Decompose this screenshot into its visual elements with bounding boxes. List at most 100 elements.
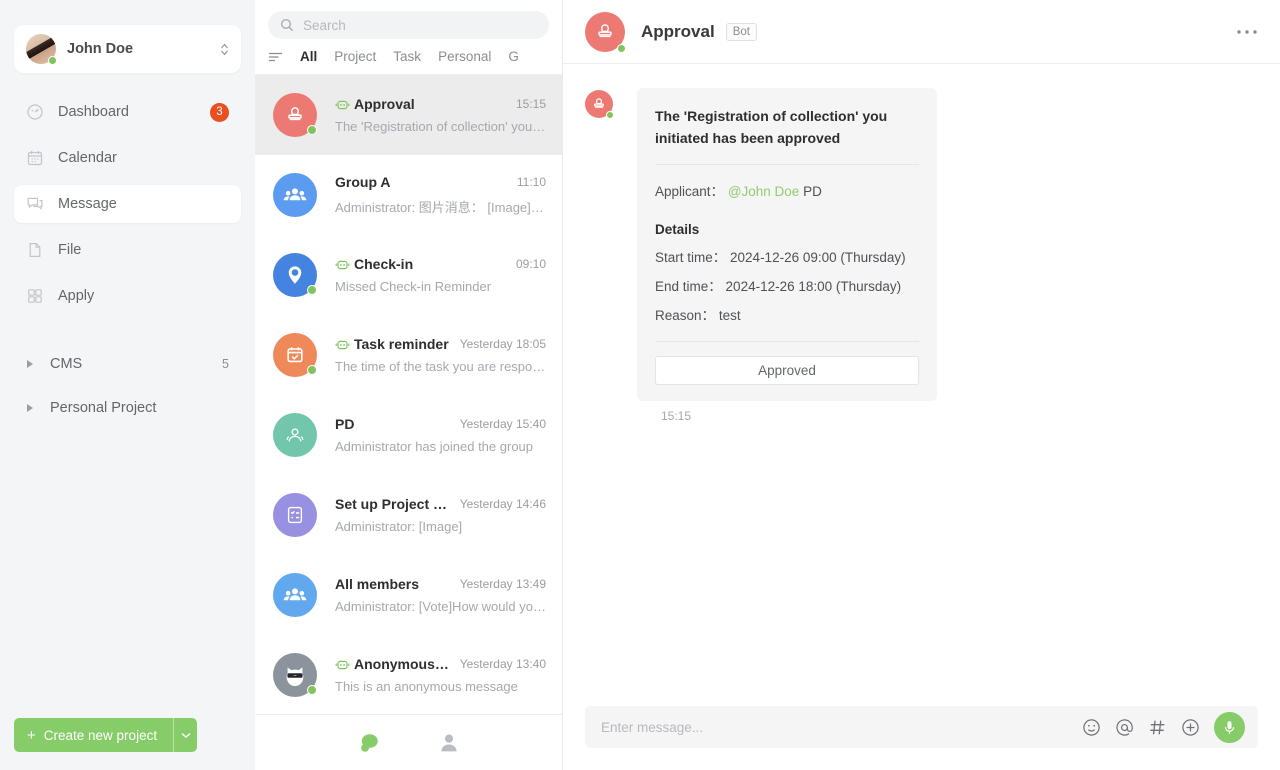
triangle-right-icon	[26, 359, 38, 369]
conversation-item-check-in[interactable]: Check-in 09:10 Missed Check-in Reminder	[255, 235, 562, 315]
chat-header: Approval Bot	[563, 0, 1280, 64]
conversation-title: Check-in	[354, 256, 414, 272]
filter-tabs: All Project Task Personal G	[255, 39, 562, 75]
filter-menu-icon[interactable]	[268, 51, 283, 63]
conversation-item-task-reminder[interactable]: Task reminder Yesterday 18:05 The time o…	[255, 315, 562, 395]
sidebar-item-apply[interactable]: Apply	[14, 277, 241, 315]
conversation-preview: This is an anonymous message	[335, 679, 518, 694]
conversation-preview: Missed Check-in Reminder	[335, 279, 492, 294]
plus-icon: +	[27, 726, 36, 744]
reason-label: Reason：	[655, 308, 716, 324]
create-new-project-button[interactable]: + Create new project	[14, 718, 174, 752]
online-status-dot	[307, 125, 317, 135]
conversation-time: 09:10	[515, 257, 546, 271]
conversation-top: Set up Project Re… Yesterday 14:46	[335, 496, 546, 512]
conversation-preview: Administrator: [Vote]How would you r…	[335, 599, 546, 614]
conversation-preview: The 'Registration of collection' you ini…	[335, 119, 546, 134]
applicant-org: PD	[803, 184, 822, 200]
tab-contacts[interactable]	[437, 731, 461, 755]
filter-tab-all[interactable]: All	[300, 49, 317, 64]
bot-icon	[335, 338, 350, 351]
search-input[interactable]	[303, 17, 537, 33]
conversation-body: Task reminder Yesterday 18:05 The time o…	[335, 336, 546, 374]
conversation-top: Approval 15:15	[335, 96, 546, 112]
filter-tab-task[interactable]: Task	[393, 49, 421, 64]
conversation-scroll[interactable]: Approval 15:15 The 'Registration of coll…	[255, 75, 562, 714]
dashboard-badge: 3	[210, 102, 229, 122]
status-badge: Bot	[725, 22, 757, 41]
avatar	[273, 653, 317, 697]
details-heading: Details	[655, 222, 700, 238]
conversation-item-set-up-project[interactable]: Set up Project Re… Yesterday 14:46 Admin…	[255, 475, 562, 555]
sidebar-item-file[interactable]: File	[14, 231, 241, 269]
conversation-body: Approval 15:15 The 'Registration of coll…	[335, 96, 546, 134]
conversation-title: Approval	[354, 96, 415, 112]
applicant-mention[interactable]: @John Doe	[728, 184, 800, 199]
end-time-row: End time： 2024-12-26 18:00 (Thursday)	[655, 275, 919, 295]
start-time-row: Start time： 2024-12-26 09:00 (Thursday)	[655, 246, 919, 266]
conversation-preview: Administrator has joined the group	[335, 439, 534, 454]
start-time-value: 2024-12-26 09:00 (Thursday)	[730, 250, 906, 266]
conversation-body: PD Yesterday 15:40 Administrator has joi…	[335, 416, 546, 454]
group-icon	[273, 173, 317, 217]
avatar	[273, 333, 317, 377]
conversation-time: Yesterday 15:40	[459, 417, 546, 431]
conversation-item-approval[interactable]: Approval 15:15 The 'Registration of coll…	[255, 75, 562, 155]
sidebar-item-label: File	[58, 242, 82, 258]
contacts-icon	[440, 734, 457, 751]
emoji-icon[interactable]	[1082, 718, 1101, 737]
profile-card[interactable]: John Doe	[14, 25, 241, 73]
conversation-item-pd[interactable]: PD Yesterday 15:40 Administrator has joi…	[255, 395, 562, 475]
conversation-top: Check-in 09:10	[335, 256, 546, 272]
bot-icon	[335, 98, 350, 111]
sidebar-group-cms[interactable]: CMS 5	[14, 345, 241, 383]
conversation-top: Anonymous M… Yesterday 13:40	[335, 656, 546, 672]
create-project-dropdown-button[interactable]	[173, 718, 198, 752]
filter-tab-group[interactable]: G	[508, 49, 519, 64]
conversation-time: Yesterday 13:49	[459, 577, 546, 591]
sidebar-item-dashboard[interactable]: Dashboard 3	[14, 93, 241, 131]
sidebar-group-personal-project[interactable]: Personal Project	[14, 389, 241, 427]
message-row: The 'Registration of collection' you ini…	[585, 88, 1258, 402]
conversation-item-anonymous-message[interactable]: Anonymous M… Yesterday 13:40 This is an …	[255, 635, 562, 714]
search-box[interactable]	[268, 11, 549, 39]
create-project-group: + Create new project	[14, 718, 198, 752]
sidebar-item-calendar[interactable]: Calendar	[14, 139, 241, 177]
tab-chat[interactable]	[357, 731, 381, 755]
conversation-time: Yesterday 13:40	[459, 657, 546, 671]
conversation-item-group-a[interactable]: Group A 11:10 Administrator: 图片消息： [Imag…	[255, 155, 562, 235]
plus-circle-icon[interactable]	[1181, 718, 1200, 737]
avatar	[585, 11, 626, 53]
sidebar-item-label: Message	[58, 196, 117, 212]
start-time-label: Start time：	[655, 250, 727, 266]
mention-icon[interactable]	[1115, 718, 1134, 737]
sidebar-item-label: Calendar	[58, 150, 117, 166]
composer	[563, 706, 1280, 770]
sidebar-group-label: Personal Project	[50, 400, 157, 416]
filter-tab-project[interactable]: Project	[334, 49, 376, 64]
conversation-body: Check-in 09:10 Missed Check-in Reminder	[335, 256, 546, 294]
reason-row: Reason： test	[655, 304, 919, 324]
grid-icon	[26, 287, 44, 305]
avatar	[273, 93, 317, 137]
conversation-body: Set up Project Re… Yesterday 14:46 Admin…	[335, 496, 546, 534]
bot-icon	[335, 658, 350, 671]
search-row	[255, 0, 562, 39]
avatar	[585, 90, 614, 119]
filter-tab-personal[interactable]: Personal	[438, 49, 491, 64]
more-options-icon[interactable]	[1236, 29, 1258, 35]
conversation-title: Set up Project Re…	[335, 496, 452, 512]
hash-icon[interactable]	[1148, 718, 1167, 737]
chevron-updown-icon[interactable]	[220, 43, 229, 56]
sidebar-item-message[interactable]: Message	[14, 185, 241, 223]
sidebar: John Doe Dashboard 3 Calendar Message Fi…	[0, 0, 255, 770]
avatar	[273, 573, 317, 617]
approved-button[interactable]: Approved	[655, 356, 919, 386]
microphone-button[interactable]	[1214, 711, 1245, 743]
message-input[interactable]	[601, 719, 1068, 735]
approval-card-heading: The 'Registration of collection' you ini…	[655, 105, 919, 166]
conversation-item-all-members[interactable]: All members Yesterday 13:49 Administrato…	[255, 555, 562, 635]
triangle-right-icon	[26, 403, 38, 413]
conversation-list-panel: All Project Task Personal G	[255, 0, 563, 770]
sidebar-group-label: CMS	[50, 356, 83, 372]
